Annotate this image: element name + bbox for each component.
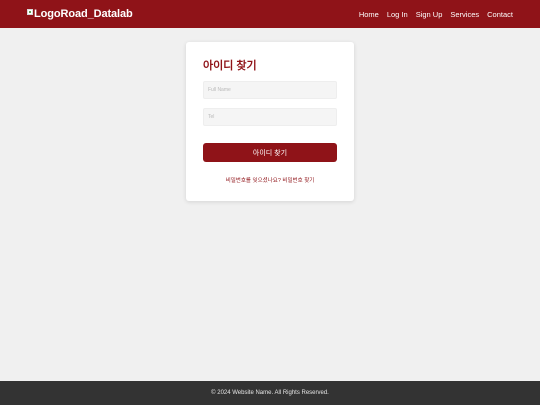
full-name-input[interactable] xyxy=(203,81,337,99)
nav-services-link[interactable]: Services xyxy=(450,10,479,19)
nav-signup-link[interactable]: Sign Up xyxy=(416,10,443,19)
forgot-password-question: 비밀번호를 잊으셨나요? xyxy=(225,178,281,184)
nav-contact-link[interactable]: Contact xyxy=(487,10,513,19)
nav-login-link[interactable]: Log In xyxy=(387,10,408,19)
find-id-card: 아이디 찾기 아이디 찾기 비밀번호를 잊으셨나요? 비밀번호 찾기 xyxy=(186,42,354,201)
site-logo[interactable]: LogoRoad_Datalab xyxy=(27,7,133,21)
forgot-password-prompt: 비밀번호를 잊으셨나요? 비밀번호 찾기 xyxy=(186,177,354,185)
find-password-link[interactable]: 비밀번호 찾기 xyxy=(282,178,314,184)
site-header: LogoRoad_Datalab Home Log In Sign Up Ser… xyxy=(0,0,540,28)
tel-input[interactable] xyxy=(203,108,337,126)
main-nav: Home Log In Sign Up Services Contact xyxy=(359,0,513,28)
footer-copyright: © 2024 Website Name. All Rights Reserved… xyxy=(211,390,329,396)
logo-alt-text: LogoRoad_Datalab xyxy=(34,8,133,20)
find-id-button[interactable]: 아이디 찾기 xyxy=(203,143,337,162)
nav-home-link[interactable]: Home xyxy=(359,10,379,19)
find-id-title: 아이디 찾기 xyxy=(203,60,257,72)
site-footer: © 2024 Website Name. All Rights Reserved… xyxy=(0,381,540,405)
broken-image-icon xyxy=(27,8,33,15)
